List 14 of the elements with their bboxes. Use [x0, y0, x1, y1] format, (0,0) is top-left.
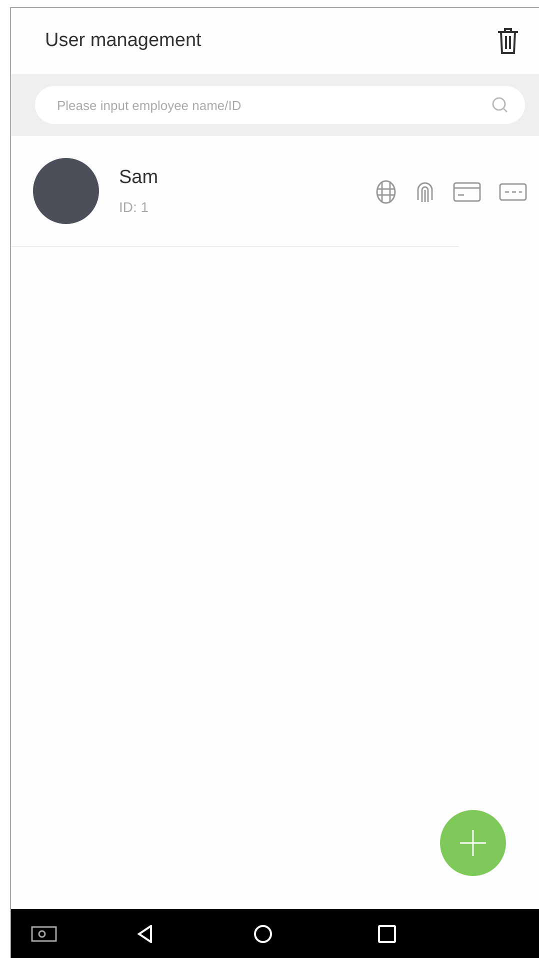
page-title: User management [45, 30, 202, 52]
back-button[interactable] [137, 925, 153, 943]
trash-icon[interactable] [497, 27, 519, 55]
recent-apps-button[interactable] [378, 925, 396, 943]
home-button[interactable] [253, 924, 273, 944]
password-icon [499, 182, 527, 200]
fingerprint-icon [415, 180, 435, 204]
card-icon [453, 182, 481, 202]
user-id: ID: 1 [119, 199, 150, 215]
screenshot-button[interactable] [31, 926, 57, 942]
search-field[interactable]: Please input employee name/ID [35, 86, 525, 124]
user-name: Sam [119, 167, 160, 189]
user-row[interactable]: Sam ID: 1 [11, 136, 459, 247]
plus-icon [460, 830, 486, 856]
